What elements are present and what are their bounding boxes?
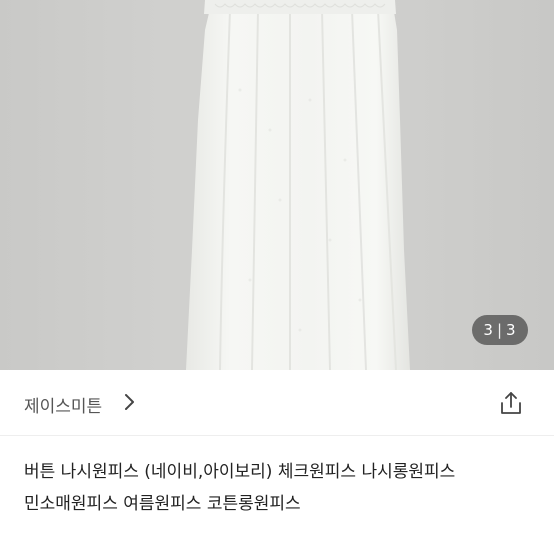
- chevron-right-icon[interactable]: [122, 392, 138, 412]
- image-counter-current: 3: [483, 321, 494, 339]
- seller-info-row: 제이스미튼: [0, 370, 554, 436]
- image-counter-total: 3: [506, 321, 517, 339]
- product-title: 버튼 나시원피스 (네이비,아이보리) 체크원피스 나시롱원피스 민소매원피스 …: [24, 462, 456, 514]
- product-image-carousel[interactable]: 3 | 3: [0, 0, 554, 370]
- image-counter-separator: |: [496, 321, 504, 339]
- image-page-counter: 3 | 3: [472, 315, 528, 345]
- share-icon[interactable]: [498, 390, 524, 416]
- dress-photo: [186, 0, 410, 370]
- seller-name-link[interactable]: 제이스미튼: [24, 392, 102, 417]
- product-detail-page: 3 | 3 제이스미튼 버튼 나시원피스 (네이비,아이보리) 체크원피스 나시…: [0, 0, 554, 554]
